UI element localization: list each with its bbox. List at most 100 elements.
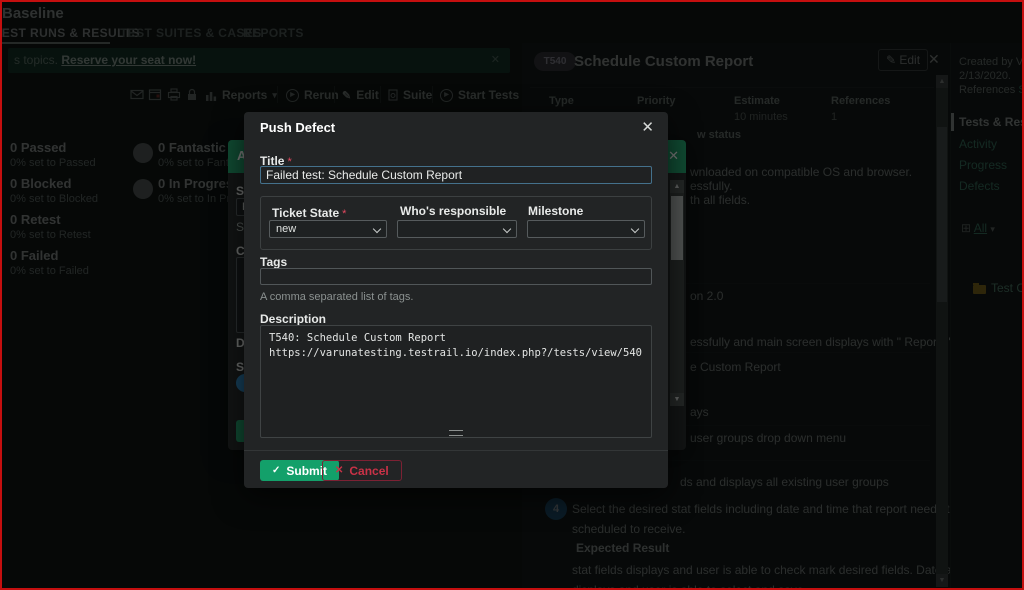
toolbar-divider [432, 86, 433, 103]
mail-icon[interactable] [130, 88, 144, 101]
stat-failed: 0 Failed 0% set to Failed [10, 248, 160, 277]
banner-link[interactable]: Reserve your seat now! [61, 53, 196, 67]
tree-node-label[interactable]: Test Ca [991, 281, 1024, 295]
scrollbar-thumb[interactable] [937, 127, 947, 302]
sidebar-item-activity[interactable]: Activity [959, 137, 997, 151]
detail-sidebar: Created by Var 2/13/2020. References SA … [950, 43, 1024, 590]
ticket-state-select[interactable]: new [269, 220, 387, 238]
milestone-label: Milestone [528, 204, 583, 218]
suite-button[interactable]: Suite [388, 86, 432, 104]
modal-close-icon[interactable]: ✕ [641, 118, 654, 136]
step-text-fragment: ds and displays all existing user groups [680, 475, 889, 489]
tree-filter-label: All [974, 221, 987, 235]
stat-count: 0 Retest [10, 212, 160, 227]
scroll-down-icon[interactable]: ▼ [936, 574, 948, 587]
banner-close-icon[interactable]: ✕ [491, 48, 500, 73]
meta-references-value: 1 [831, 111, 837, 123]
responsible-select[interactable] [397, 220, 517, 238]
milestone-select[interactable] [527, 220, 645, 238]
meta-estimate-label: Estimate [734, 95, 780, 107]
suite-button-label: Suite [403, 88, 432, 102]
promo-banner: s topics. Reserve your seat now! ✕ [8, 48, 510, 73]
status-donut-icon [133, 143, 153, 163]
stat-count: 0 Failed [10, 248, 160, 263]
push-defect-modal: Push Defect ✕ Title* Ticket State* Who's… [244, 112, 668, 488]
tab-reports[interactable]: REPORTS [243, 26, 304, 40]
chevron-down-icon [373, 225, 381, 233]
check-icon: ✓ [272, 465, 280, 476]
created-by-text: Created by Var [959, 56, 1024, 68]
bar-chart-icon [205, 90, 217, 101]
start-tests-button[interactable]: ▶ Start Tests [440, 86, 519, 104]
step-text-fragment: on 2.0 [690, 289, 723, 303]
toolbar-divider [334, 86, 335, 103]
step-number-badge: 4 [545, 498, 567, 520]
detail-close-icon[interactable]: ✕ [928, 51, 940, 68]
rerun-button[interactable]: ▶ Rerun [286, 86, 339, 104]
print-icon[interactable] [167, 88, 181, 101]
required-asterisk: * [342, 208, 346, 220]
references-link[interactable]: SA [1018, 84, 1024, 96]
scroll-up-icon[interactable]: ▲ [670, 180, 684, 193]
result-text: displays and user is able to select and … [572, 583, 807, 590]
sidebar-item-progress[interactable]: Progress [959, 158, 1007, 172]
lock-icon[interactable] [186, 88, 200, 101]
calendar-icon[interactable] [148, 88, 162, 101]
step-text-fragment: essfully. [690, 179, 732, 193]
tags-input[interactable] [260, 268, 652, 285]
active-tab-underline [0, 42, 110, 44]
modal-title: Push Defect [260, 120, 335, 135]
sidebar-item-defects[interactable]: Defects [959, 179, 1000, 193]
responsible-label: Who's responsible [400, 204, 506, 218]
pencil-icon: ✎ [342, 89, 351, 102]
step-text-fragment: user groups drop down menu [690, 431, 846, 445]
dialog-close-icon[interactable]: ✕ [668, 148, 679, 164]
step-text-fragment: th all fields. [690, 193, 750, 207]
dialog-scrollbar[interactable]: ▲ ▼ [670, 180, 684, 406]
tree-filter-all[interactable]: ⊞ All ▾ [961, 221, 995, 235]
toolbar-divider [380, 86, 381, 103]
play-icon: ▶ [440, 89, 453, 102]
step-text-fragment: e Custom Report [690, 360, 781, 374]
pencil-icon: ✎ [886, 53, 896, 67]
ticket-state-value: new [276, 223, 296, 235]
title-input[interactable] [260, 166, 652, 184]
result-text: stat fields displays and user is able to… [572, 563, 991, 577]
step-text: scheduled to receive. [572, 522, 685, 536]
grid-icon: ⊞ [961, 221, 971, 235]
scroll-up-icon[interactable]: ▲ [936, 75, 948, 88]
step-text: Select the desired stat fields including… [572, 502, 973, 516]
page-title: Baseline [2, 5, 64, 22]
step-text-fragment: essfully and main screen displays with "… [690, 335, 971, 349]
start-tests-button-label: Start Tests [458, 88, 519, 102]
submit-button-label: Submit [286, 464, 327, 478]
stat-sub: 0% set to Retest [10, 229, 160, 241]
scroll-down-icon[interactable]: ▼ [670, 393, 684, 406]
edit-button-label: Edit [356, 88, 379, 102]
test-title: Schedule Custom Report [574, 53, 753, 70]
test-id-badge: T540 [534, 52, 576, 71]
expected-result-label: Expected Result [576, 541, 669, 555]
resize-grip[interactable] [449, 430, 463, 436]
meta-estimate-value: 10 minutes [734, 111, 788, 123]
active-nav-indicator [951, 113, 954, 131]
edit-button[interactable]: ✎ Edit [342, 86, 379, 104]
chevron-down-icon [631, 225, 639, 233]
meta-references-label: References [831, 95, 890, 107]
detail-edit-button[interactable]: ✎ Edit [878, 49, 928, 71]
toolbar-divider [277, 86, 278, 103]
sidebar-item-tests-results[interactable]: Tests & Results [959, 115, 1024, 129]
status-fragment: w status [697, 129, 741, 141]
reports-button[interactable]: Reports ▾ [205, 86, 277, 104]
cancel-button[interactable]: ✕ Cancel [322, 460, 402, 481]
stat-retest: 0 Retest 0% set to Retest [10, 212, 160, 241]
description-textarea[interactable]: T540: Schedule Custom Report https://var… [260, 325, 652, 438]
tab-test-suites-cases[interactable]: TEST SUITES & CASES [120, 26, 262, 40]
x-icon: ✕ [335, 465, 343, 476]
meta-type-label: Type [549, 95, 574, 107]
ticket-fieldset: Ticket State* Who's responsible Mileston… [260, 196, 652, 250]
panel-scrollbar[interactable]: ▲ ▼ [936, 75, 948, 587]
created-date-text: 2/13/2020. [959, 70, 1011, 82]
scrollbar-thumb[interactable] [671, 196, 683, 260]
tags-help-text: A comma separated list of tags. [260, 291, 413, 303]
